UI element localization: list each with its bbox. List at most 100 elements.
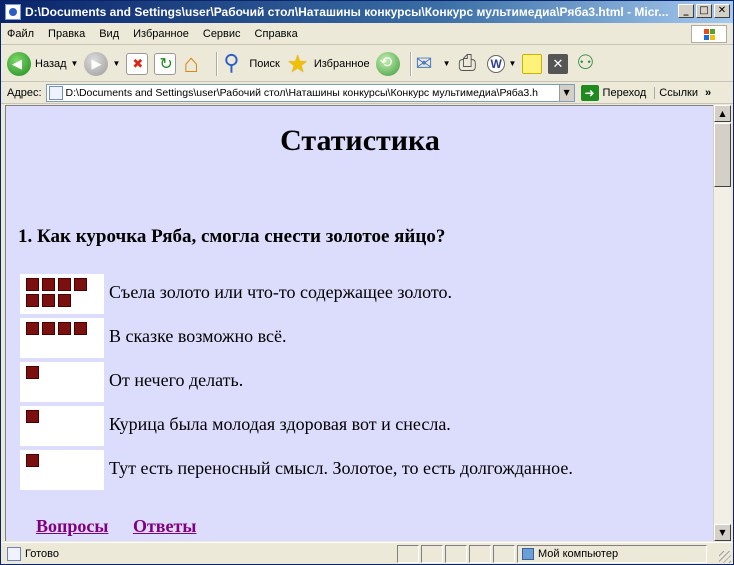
star-icon — [286, 50, 310, 79]
mail-button[interactable]: ▼ — [415, 51, 451, 76]
vote-bar-cell — [20, 318, 104, 358]
page-status-icon — [7, 546, 21, 561]
search-icon — [221, 50, 245, 76]
vote-bar — [26, 278, 39, 291]
maximize-button[interactable]: □ — [696, 4, 712, 18]
vote-bars — [26, 278, 96, 307]
browser-window: D:\Documents and Settings\user\Рабочий с… — [0, 0, 734, 565]
back-button[interactable]: Назад ▼ — [7, 51, 79, 76]
address-input[interactable]: D:\Documents and Settings\user\Рабочий с… — [45, 84, 575, 102]
vote-bar-cell — [20, 406, 104, 446]
research-button[interactable] — [548, 53, 569, 74]
close-button[interactable]: ✕ — [714, 4, 730, 18]
ie-page-icon — [5, 4, 21, 20]
menu-view[interactable]: Вид — [99, 28, 119, 40]
vote-bar-cell — [20, 450, 104, 490]
word-icon — [486, 54, 505, 73]
address-bar: Адрес: D:\Documents and Settings\user\Ра… — [1, 83, 733, 104]
home-button[interactable] — [182, 48, 206, 79]
toolbar: Назад ▼ ▼ Поиск Избранное — [1, 46, 733, 82]
vote-bars — [26, 410, 96, 423]
chevron-down-icon[interactable]: ▼ — [443, 59, 451, 68]
answer-text: В сказке возможно всё. — [109, 326, 287, 346]
vote-bar — [58, 294, 71, 307]
title-bar: D:\Documents and Settings\user\Рабочий с… — [1, 1, 733, 23]
toolbar-separator — [216, 51, 218, 76]
vote-bar — [26, 366, 39, 379]
chevron-down-icon[interactable]: ▼ — [112, 59, 120, 68]
vote-bar — [74, 278, 87, 291]
messenger-button[interactable] — [574, 50, 598, 76]
window-controls: _ □ ✕ — [678, 4, 730, 18]
vote-bar — [26, 454, 39, 467]
menu-favorites[interactable]: Избранное — [133, 28, 189, 40]
questions-link[interactable]: Вопросы — [36, 516, 108, 536]
menu-bar: Файл Правка Вид Избранное Сервис Справка — [1, 23, 733, 45]
page-icon — [48, 86, 63, 100]
vote-bar — [58, 322, 71, 335]
vertical-scrollbar[interactable]: ▲ ▼ — [713, 105, 731, 541]
vote-bar-cell — [20, 274, 104, 314]
notes-button[interactable] — [522, 53, 543, 74]
search-button[interactable]: Поиск — [221, 50, 279, 76]
back-label: Назад — [35, 57, 67, 70]
vote-bar — [42, 278, 55, 291]
forward-button[interactable]: ▼ — [84, 51, 120, 76]
vote-bar — [42, 294, 55, 307]
history-icon — [375, 51, 400, 76]
back-arrow-icon — [7, 51, 31, 76]
answer-text: Тут есть переносный смысл. Золотое, то е… — [109, 458, 573, 478]
chevron-right-icon: » — [705, 87, 712, 99]
printer-icon — [457, 50, 481, 76]
answer-row: От нечего делать. — [20, 362, 710, 402]
window-title: D:\Documents and Settings\user\Рабочий с… — [25, 5, 669, 19]
answer-text: Съела золото или что-то содержащее золот… — [109, 282, 452, 302]
zone-label: Мой компьютер — [538, 547, 619, 560]
chevron-down-icon[interactable]: ▼ — [71, 59, 79, 68]
links-button[interactable]: Ссылки » — [654, 87, 711, 99]
refresh-button[interactable] — [154, 52, 177, 75]
vote-bars — [26, 454, 96, 467]
resize-grip[interactable] — [719, 551, 731, 563]
home-icon — [182, 48, 206, 79]
answer-row: Курица была молодая здоровая вот и снесл… — [20, 406, 710, 446]
minimize-button[interactable]: _ — [678, 4, 694, 18]
status-segment — [397, 544, 419, 563]
toolbar-separator — [409, 51, 411, 76]
go-label: Переход — [602, 87, 647, 99]
menu-tools[interactable]: Сервис — [203, 28, 241, 40]
menu-file[interactable]: Файл — [7, 28, 34, 40]
print-button[interactable] — [457, 50, 481, 76]
chevron-down-icon[interactable]: ▼ — [509, 59, 517, 68]
scroll-down-button[interactable]: ▼ — [714, 524, 731, 541]
status-text: Готово — [25, 547, 59, 560]
page-title: Статистика — [280, 124, 440, 157]
stop-icon — [126, 52, 149, 75]
history-button[interactable] — [375, 51, 400, 76]
question-text: 1. Как курочка Ряба, смогла снести золот… — [18, 226, 446, 247]
menu-help[interactable]: Справка — [255, 28, 298, 40]
stop-button[interactable] — [126, 52, 149, 75]
favorites-button[interactable]: Избранное — [286, 50, 370, 79]
answer-text: Курица была молодая здоровая вот и снесл… — [109, 414, 451, 434]
tool-icon — [548, 53, 569, 74]
status-segment — [469, 544, 491, 563]
windows-logo-icon — [691, 25, 727, 43]
scroll-up-button[interactable]: ▲ — [714, 105, 731, 122]
go-arrow-icon: ➜ — [580, 85, 599, 101]
address-url[interactable]: D:\Documents and Settings\user\Рабочий с… — [66, 87, 560, 99]
chevron-down-icon[interactable]: ▼ — [558, 85, 574, 101]
scroll-thumb[interactable] — [714, 123, 731, 187]
vote-bars — [26, 322, 96, 335]
status-segment — [445, 544, 467, 563]
answers-link[interactable]: Ответы — [133, 516, 196, 536]
nav-links: Вопросы Ответы — [36, 516, 216, 537]
go-button[interactable]: ➜ Переход — [580, 85, 647, 101]
links-label: Ссылки — [659, 87, 698, 99]
edit-button[interactable]: ▼ — [486, 54, 517, 73]
menu-edit[interactable]: Правка — [48, 28, 85, 40]
forward-arrow-icon — [84, 51, 109, 76]
computer-icon — [522, 547, 534, 560]
page-content: Статистика 1. Как курочка Ряба, смогла с… — [5, 105, 713, 541]
favorites-label: Избранное — [313, 57, 370, 70]
